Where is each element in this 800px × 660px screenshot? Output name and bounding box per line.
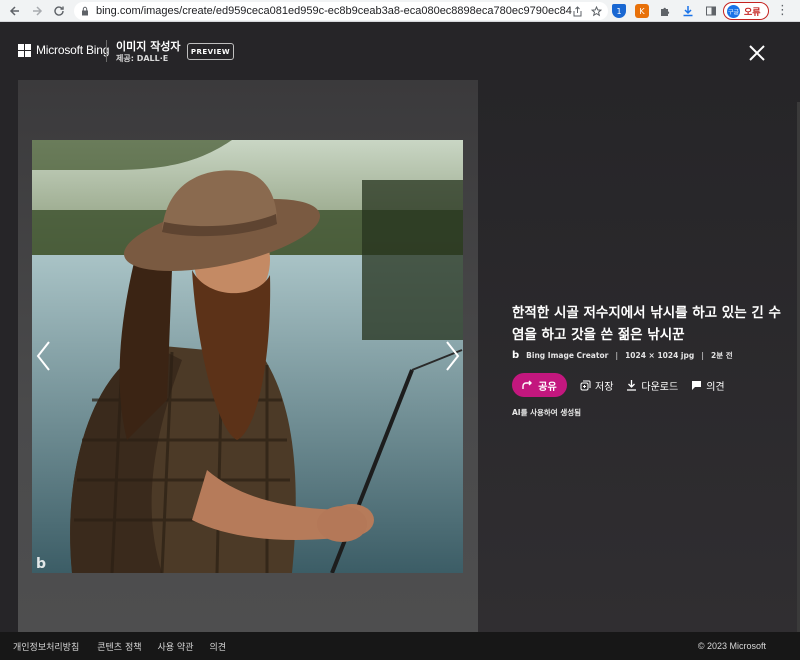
copyright-text: © 2023 Microsoft bbox=[697, 641, 766, 651]
feedback-button[interactable]: 의견 bbox=[691, 378, 725, 393]
brand-name[interactable]: Microsoft Bing bbox=[36, 43, 109, 57]
generated-image[interactable]: b bbox=[32, 140, 463, 573]
microsoft-logo-icon bbox=[18, 44, 31, 57]
footer-link-privacy[interactable]: 개인정보처리방침 bbox=[13, 640, 79, 653]
page-footer: 개인정보처리방침 콘텐츠 정책 사용 약관 의견 © 2023 Microsof… bbox=[0, 632, 800, 660]
download-button[interactable]: 다운로드 bbox=[626, 378, 678, 393]
reload-icon[interactable] bbox=[48, 0, 70, 22]
close-icon[interactable] bbox=[746, 42, 768, 64]
browser-toolbar: bing.com/images/create/ed959ceca081ed959… bbox=[0, 0, 800, 22]
download-icon bbox=[627, 380, 637, 391]
download-label: 다운로드 bbox=[641, 381, 679, 393]
puzzle-icon[interactable] bbox=[658, 4, 672, 18]
image-time: 2분 전 bbox=[711, 351, 733, 360]
footer-link-feedback[interactable]: 의견 bbox=[210, 640, 227, 653]
url-text: bing.com/images/create/ed959ceca081ed959… bbox=[96, 5, 572, 17]
profile-button[interactable]: 구글 오류 bbox=[723, 2, 769, 20]
previous-image-arrow-icon[interactable] bbox=[34, 338, 54, 374]
avatar: 구글 bbox=[727, 4, 740, 18]
address-bar[interactable]: bing.com/images/create/ed959ceca081ed959… bbox=[74, 2, 608, 20]
forward-icon[interactable] bbox=[26, 0, 48, 22]
side-panel-icon[interactable] bbox=[704, 4, 718, 18]
back-icon[interactable] bbox=[4, 0, 26, 22]
action-bar: 공유 저장 다운로드 의견 bbox=[512, 373, 725, 397]
ai-generated-note: AI를 사용하여 생성됨 bbox=[512, 408, 582, 417]
share-label: 공유 bbox=[538, 381, 557, 393]
image-source: Bing Image Creator bbox=[526, 351, 609, 360]
download-icon[interactable] bbox=[681, 4, 695, 18]
divider bbox=[106, 40, 107, 62]
image-details-panel: 한적한 시골 저수지에서 낚시를 하고 있는 긴 수염을 하고 갓을 쓴 젊은 … bbox=[478, 80, 800, 632]
app-subtitle: 제공: DALL·E bbox=[116, 54, 169, 63]
bing-logo-icon: b bbox=[512, 350, 520, 361]
image-panel: b bbox=[18, 80, 478, 632]
feedback-label: 의견 bbox=[706, 381, 725, 393]
save-button[interactable]: 저장 bbox=[580, 378, 613, 393]
viewer-header: Microsoft Bing 이미지 작성자 제공: DALL·E PREVIE… bbox=[0, 22, 800, 80]
lock-icon bbox=[82, 6, 88, 16]
app-title[interactable]: 이미지 작성자 bbox=[116, 38, 181, 54]
share-page-icon[interactable] bbox=[572, 5, 583, 17]
footer-link-content-policy[interactable]: 콘텐츠 정책 bbox=[97, 640, 141, 653]
footer-link-terms[interactable]: 사용 약관 bbox=[158, 640, 194, 653]
share-button[interactable]: 공유 bbox=[512, 373, 567, 397]
share-icon bbox=[522, 380, 533, 389]
meta-separator: | bbox=[615, 351, 619, 360]
next-image-arrow-icon[interactable] bbox=[442, 338, 462, 374]
save-collection-icon bbox=[580, 380, 591, 390]
image-meta: b Bing Image Creator | 1024 × 1024 jpg |… bbox=[512, 350, 733, 361]
image-caption: 한적한 시골 저수지에서 낚시를 하고 있는 긴 수염을 하고 갓을 쓴 젊은 … bbox=[512, 305, 781, 343]
profile-status: 오류 bbox=[744, 7, 761, 18]
image-viewer-page: Microsoft Bing 이미지 작성자 제공: DALL·E PREVIE… bbox=[0, 22, 800, 654]
more-menu-icon[interactable]: ⋮ bbox=[776, 3, 789, 18]
meta-separator: | bbox=[701, 351, 704, 360]
preview-badge: PREVIEW bbox=[187, 43, 234, 60]
image-resolution: 1024 × 1024 jpg bbox=[625, 351, 695, 360]
extension-badge-icon[interactable]: K bbox=[635, 4, 649, 18]
bookmark-star-icon[interactable] bbox=[591, 5, 602, 17]
feedback-icon bbox=[692, 380, 702, 390]
shield-extension-icon[interactable]: 1 bbox=[612, 4, 626, 18]
bing-watermark: b bbox=[36, 556, 46, 572]
save-label: 저장 bbox=[595, 381, 614, 393]
